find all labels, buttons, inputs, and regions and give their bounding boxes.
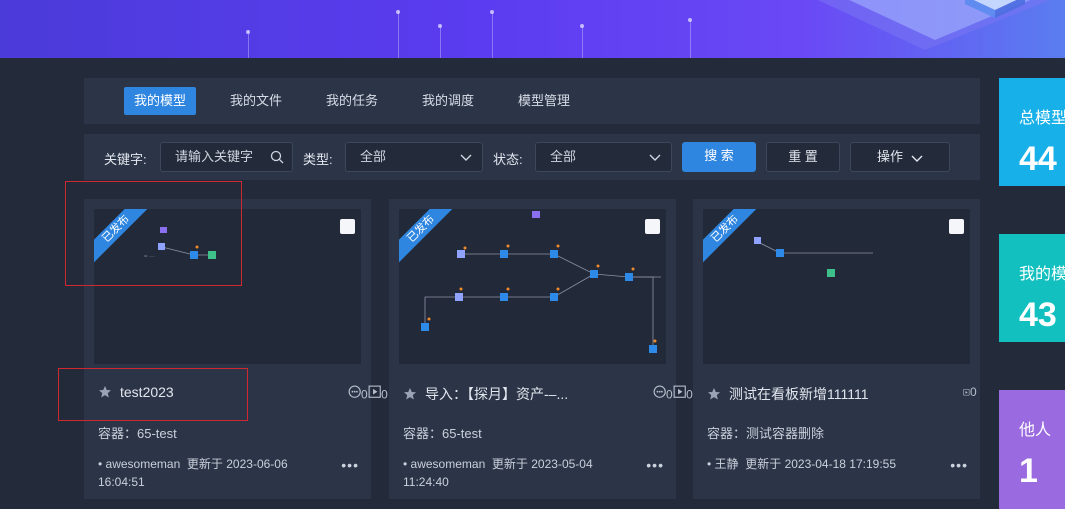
- banner-decor-line: [492, 12, 493, 58]
- published-badge: 已发布: [703, 209, 759, 263]
- banner-decor-line: [248, 30, 249, 58]
- banner-decor-dot: [580, 24, 584, 28]
- star-icon[interactable]: [707, 387, 721, 401]
- ribbon: 已发布: [399, 209, 459, 269]
- card-stats: 00: [348, 385, 388, 401]
- run-count: 0: [970, 385, 977, 399]
- banner-decor-dot: [246, 30, 250, 34]
- stat-title: 我的模: [1019, 266, 1065, 283]
- tab-model-management[interactable]: 模型管理: [508, 87, 580, 115]
- author: 王静: [714, 457, 739, 471]
- comment-icon: [348, 385, 361, 398]
- tab-my-models[interactable]: 我的模型: [124, 87, 197, 115]
- card-title-text: 导入：【探月】资产-–...: [425, 386, 569, 402]
- tab-my-files[interactable]: 我的文件: [220, 87, 292, 115]
- banner-decor-line: [440, 26, 441, 58]
- stat-total-models[interactable]: 总模型 44: [999, 78, 1065, 186]
- chevron-down-icon: [649, 154, 661, 161]
- banner-decor-dot: [396, 10, 400, 14]
- stat-value: 43: [1019, 296, 1057, 334]
- search-icon: [270, 150, 284, 164]
- keyword-placeholder: 请输入关键字: [175, 149, 254, 164]
- model-card[interactable]: 已发布 测试在看板新增111111 0 容器：测试容器删除 • 王静 更新于 2…: [693, 199, 980, 499]
- keyword-label: 关键字:: [104, 152, 147, 167]
- comment-count: 0: [361, 387, 368, 402]
- type-select[interactable]: 全部: [345, 142, 483, 172]
- banner-decor-line: [398, 10, 399, 58]
- actions-dropdown[interactable]: 操作: [850, 142, 950, 172]
- reset-button[interactable]: 重 置: [766, 142, 840, 172]
- ribbon: 已发布: [703, 209, 763, 269]
- select-checkbox[interactable]: [645, 219, 660, 234]
- status-select-value: 全部: [550, 149, 577, 164]
- stat-value: 1: [1019, 452, 1038, 490]
- stat-value: 44: [1019, 140, 1057, 178]
- author: awesomeman: [410, 457, 486, 471]
- card-meta: • 王静 更新于 2023-04-18 17:19:55: [707, 457, 896, 471]
- status-label: 状态:: [493, 152, 523, 167]
- select-checkbox[interactable]: [340, 219, 355, 234]
- tab-my-tasks[interactable]: 我的任务: [316, 87, 388, 115]
- more-options-button[interactable]: •••: [341, 457, 359, 473]
- star-icon[interactable]: [403, 387, 417, 401]
- actions-label: 操作: [876, 149, 903, 164]
- model-thumbnail[interactable]: 已发布: [399, 209, 666, 364]
- search-button[interactable]: 搜 索: [682, 142, 756, 172]
- keyword-input[interactable]: 请输入关键字: [160, 142, 293, 172]
- banner-decor-dot: [438, 24, 442, 28]
- highlight-box-thumbnail: [65, 181, 242, 286]
- stat-my-models[interactable]: 我的模 43: [999, 234, 1065, 342]
- tabs-bar: 我的模型 我的文件 我的任务 我的调度 模型管理: [84, 78, 980, 124]
- tab-my-schedule[interactable]: 我的调度: [412, 87, 484, 115]
- run-count: 0: [686, 387, 693, 402]
- status-select[interactable]: 全部: [535, 142, 672, 172]
- comment-icon: [653, 385, 666, 398]
- card-stats: 00: [653, 385, 693, 401]
- card-meta: • awesomeman 更新于 2023-06-06 16:04:51: [98, 457, 288, 489]
- play-icon: [368, 385, 381, 398]
- play-icon: [673, 385, 686, 398]
- chevron-down-icon: [911, 155, 923, 162]
- type-label: 类型:: [303, 152, 333, 167]
- filter-bar: 关键字: 请输入关键字 类型: 全部 状态: 全部 搜 索 重 置 操作: [84, 134, 980, 180]
- card-title-text: 测试在看板新增111111: [729, 386, 869, 402]
- updated-time: 更新于 2023-04-18 17:19:55: [745, 457, 896, 471]
- model-card[interactable]: 已发布 导入：【探月】资产-–... 00 容器：65-test • aweso…: [389, 199, 693, 499]
- stat-title: 总模型: [1019, 110, 1065, 127]
- more-options-button[interactable]: •••: [646, 457, 664, 473]
- container-info: 容器：65-test: [98, 426, 177, 441]
- select-checkbox[interactable]: [949, 219, 964, 234]
- banner-decor-dot: [490, 10, 494, 14]
- header-banner: [0, 0, 1065, 58]
- run-count: 0: [381, 387, 388, 402]
- model-thumbnail[interactable]: 已发布: [703, 209, 970, 364]
- chevron-down-icon: [460, 154, 472, 161]
- play-icon: [963, 389, 970, 396]
- container-info: 容器：测试容器删除: [707, 426, 825, 441]
- card-meta: • awesomeman 更新于 2023-05-04 11:24:40: [403, 457, 593, 489]
- more-options-button[interactable]: •••: [950, 457, 968, 473]
- published-badge: 已发布: [399, 209, 455, 263]
- comment-count: 0: [666, 387, 673, 402]
- banner-decor-dot: [688, 18, 692, 22]
- banner-decor-line: [690, 20, 691, 58]
- author: awesomeman: [105, 457, 181, 471]
- container-info: 容器：65-test: [403, 426, 482, 441]
- card-title[interactable]: 导入：【探月】资产-–...: [403, 384, 593, 404]
- banner-decor-line: [582, 26, 583, 58]
- type-select-value: 全部: [360, 149, 387, 164]
- highlight-box-title: [58, 368, 248, 421]
- card-stats: 0: [963, 385, 977, 399]
- card-title[interactable]: 测试在看板新增111111: [707, 384, 907, 404]
- stat-others-models[interactable]: 他人 1: [999, 390, 1065, 509]
- stat-title: 他人: [1019, 422, 1052, 439]
- isometric-illustration: [817, 0, 1050, 50]
